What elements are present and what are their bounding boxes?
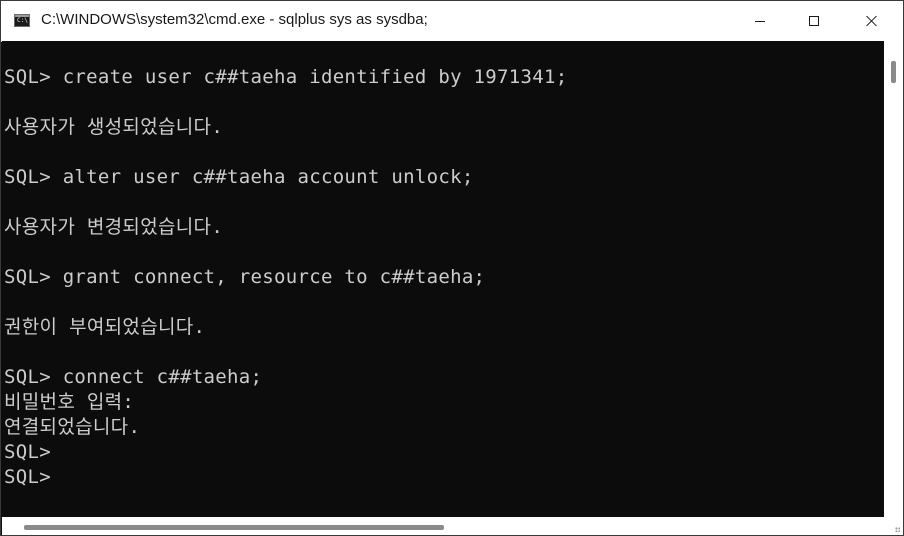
console-app-icon-label: C:\ bbox=[17, 17, 28, 24]
close-icon bbox=[866, 15, 878, 27]
horizontal-scroll-thumb[interactable] bbox=[24, 525, 444, 530]
console-line: SQL> bbox=[4, 441, 51, 463]
console-line: 권한이 부여되었습니다. bbox=[4, 316, 206, 338]
resize-grip-icon bbox=[895, 527, 900, 532]
horizontal-scrollbar[interactable] bbox=[2, 517, 884, 535]
console-app-icon[interactable]: C:\ bbox=[14, 14, 30, 27]
console-prompt: SQL> bbox=[4, 466, 51, 488]
maximize-icon bbox=[809, 16, 819, 26]
window-title: C:\WINDOWS\system32\cmd.exe - sqlplus sy… bbox=[41, 11, 428, 28]
title-bar[interactable]: C:\ C:\WINDOWS\system32\cmd.exe - sqlplu… bbox=[1, 1, 903, 42]
minimize-button[interactable] bbox=[737, 1, 783, 41]
console-line: 연결되었습니다. bbox=[4, 416, 141, 438]
console-line: SQL> connect c##taeha; bbox=[4, 366, 263, 388]
minimize-icon bbox=[755, 20, 765, 22]
console-line: 사용자가 변경되었습니다. bbox=[4, 216, 224, 238]
console-line: 비밀번호 입력: bbox=[4, 391, 135, 413]
maximize-button[interactable] bbox=[791, 1, 837, 41]
vertical-scrollbar[interactable] bbox=[884, 41, 903, 517]
console-line: SQL> alter user c##taeha account unlock; bbox=[4, 166, 474, 188]
console-line: SQL> grant connect, resource to c##taeha… bbox=[4, 266, 486, 288]
console-output[interactable]: SQL> create user c##taeha identified by … bbox=[2, 41, 884, 517]
console-line: 사용자가 생성되었습니다. bbox=[4, 116, 224, 138]
console-line: SQL> create user c##taeha identified by … bbox=[4, 66, 568, 88]
cmd-window: C:\ C:\WINDOWS\system32\cmd.exe - sqlplu… bbox=[0, 0, 904, 536]
resize-corner[interactable] bbox=[884, 517, 903, 535]
vertical-scroll-thumb[interactable] bbox=[891, 61, 896, 83]
close-button[interactable] bbox=[849, 1, 895, 41]
